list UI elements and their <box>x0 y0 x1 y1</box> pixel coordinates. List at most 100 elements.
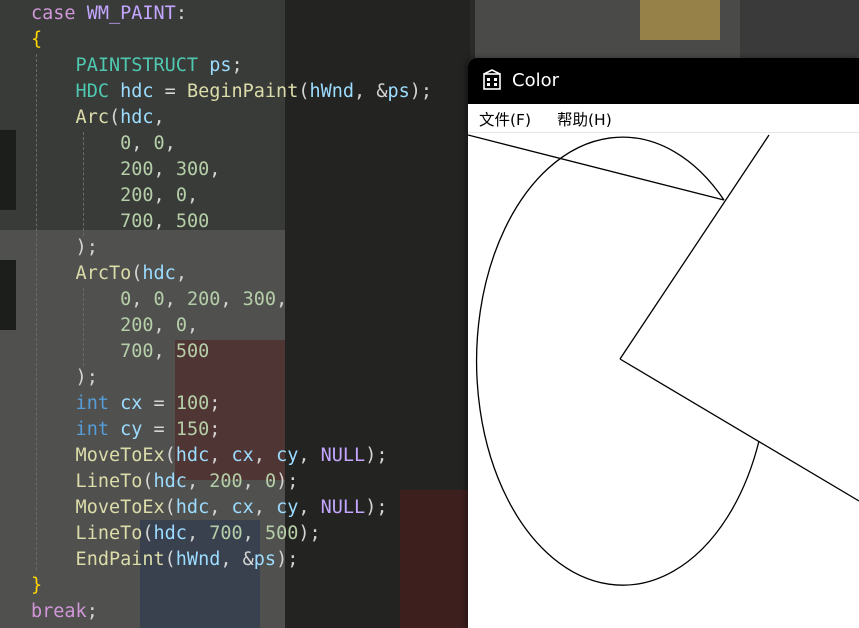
app-window-icon <box>483 69 501 90</box>
code-token: BeginPaint <box>186 81 299 102</box>
code-token: , <box>209 445 232 466</box>
window-title: Color <box>512 70 559 91</box>
code-line: 0, 0, 200, 300, <box>31 287 287 313</box>
code-token: ; <box>209 393 221 414</box>
code-line: int cy = 150; <box>31 417 221 443</box>
code-editor[interactable]: case WM_PAINT:{ PAINTSTRUCT ps; HDC hdc … <box>0 0 470 628</box>
code-token: 0 <box>175 315 187 336</box>
code-token: ps <box>387 81 410 102</box>
code-line: 700, 500 <box>31 339 209 365</box>
window-titlebar[interactable]: Color <box>468 58 859 104</box>
code-token: , <box>153 341 176 362</box>
code-token: hWnd <box>309 81 355 102</box>
code-token: { <box>31 29 43 50</box>
code-line: ArcTo(hdc, <box>31 261 187 287</box>
drawn-line-arcto <box>468 134 725 201</box>
code-token: LineTo <box>31 471 143 492</box>
code-token: = <box>153 81 187 102</box>
code-token: , <box>209 159 221 180</box>
code-token: ( <box>142 471 154 492</box>
code-token: 0 <box>264 471 277 492</box>
code-token: 300 <box>175 159 210 180</box>
code-token: cx <box>231 445 254 466</box>
code-token: , <box>131 133 154 154</box>
code-token: 200 <box>31 159 154 180</box>
code-line: case WM_PAINT: <box>31 1 187 27</box>
code-token: hdc <box>175 445 210 466</box>
code-token: case <box>31 3 76 24</box>
code-token: hdc <box>175 497 210 518</box>
code-line: LineTo(hdc, 700, 500); <box>31 521 321 547</box>
code-token: , <box>153 159 176 180</box>
code-token: hdc <box>153 471 187 492</box>
code-token: ); <box>276 471 299 492</box>
code-token: ); <box>365 497 388 518</box>
code-token: , <box>253 445 277 466</box>
code-token: break <box>31 601 87 622</box>
code-line: break; <box>31 599 98 625</box>
code-token: 500 <box>175 341 210 362</box>
code-token: , <box>186 471 210 492</box>
drawn-arc <box>475 136 760 586</box>
code-token: 100 <box>175 393 210 414</box>
code-line: 200, 0, <box>31 313 198 339</box>
code-line: PAINTSTRUCT ps; <box>31 53 243 79</box>
code-token: ; <box>86 601 98 622</box>
code-line: 200, 300, <box>31 157 220 183</box>
code-token: , <box>153 211 176 232</box>
code-token: ( <box>131 263 143 284</box>
code-token: , <box>186 185 199 206</box>
code-token: ); <box>276 549 299 570</box>
client-area-canvas[interactable] <box>468 133 859 628</box>
code-token: , <box>253 497 277 518</box>
code-token: , <box>209 497 232 518</box>
code-token: NULL <box>320 445 366 466</box>
code-token: , <box>298 497 321 518</box>
code-token: hdc <box>120 107 154 128</box>
code-token: EndPaint <box>31 549 165 570</box>
code-token: , <box>298 445 321 466</box>
code-token: , <box>164 133 176 154</box>
code-token: 700 <box>209 523 243 544</box>
code-token: , <box>131 289 154 310</box>
code-token: int <box>31 419 109 440</box>
code-token: PAINTSTRUCT <box>31 55 199 76</box>
code-token: ps <box>198 55 232 76</box>
code-token: = <box>142 419 176 440</box>
code-token: = <box>142 393 176 414</box>
color-window[interactable]: Color 文件(F) 帮助(H) <box>468 58 859 628</box>
code-token: ); <box>31 367 98 388</box>
code-token: hWnd <box>175 549 221 570</box>
code-token: Arc <box>31 107 109 128</box>
code-line: 700, 500 <box>31 209 209 235</box>
code-token: ; <box>209 419 221 440</box>
code-token: } <box>31 575 43 596</box>
code-token: ( <box>164 497 176 518</box>
code-line: Arc(hdc, <box>31 105 165 131</box>
code-token: 700 <box>31 211 154 232</box>
code-token: , <box>186 315 199 336</box>
code-token: ( <box>108 107 121 128</box>
menu-help[interactable]: 帮助(H) <box>557 108 612 130</box>
code-token: 300 <box>242 289 277 310</box>
code-token: 0 <box>31 133 132 154</box>
code-token: cy <box>276 445 299 466</box>
code-token: 500 <box>264 523 299 544</box>
code-token: , <box>220 289 243 310</box>
code-token: NULL <box>320 497 366 518</box>
code-line: MoveToEx(hdc, cx, cy, NULL); <box>31 495 388 521</box>
code-token: 200 <box>31 185 154 206</box>
code-token: 200 <box>209 471 243 492</box>
code-token: 700 <box>31 341 154 362</box>
code-token: , & <box>220 549 254 570</box>
menu-file[interactable]: 文件(F) <box>479 108 531 130</box>
code-token: 150 <box>175 419 210 440</box>
code-token: hdc <box>142 263 176 284</box>
code-line: } <box>31 573 42 599</box>
code-token: , <box>186 523 210 544</box>
code-token: WM_PAINT <box>75 3 176 24</box>
code-token: ps <box>253 549 277 570</box>
code-token: ( <box>298 81 310 102</box>
code-token: cx <box>108 393 143 414</box>
drawn-line-to-top <box>619 134 770 360</box>
